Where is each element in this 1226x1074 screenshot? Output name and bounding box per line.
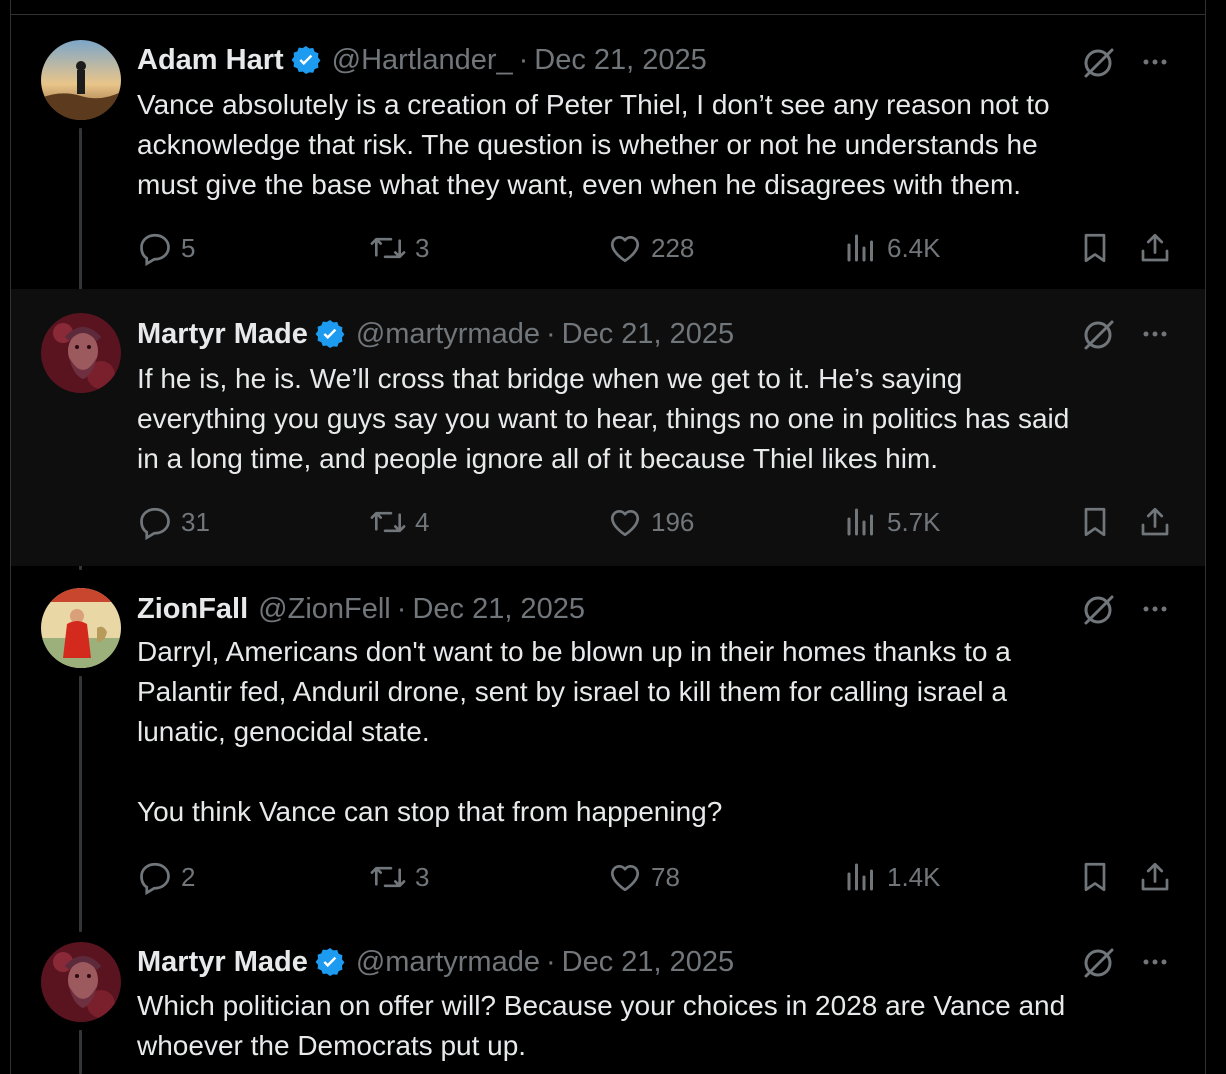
separator: ·	[545, 317, 556, 350]
bookmark-icon	[1084, 233, 1106, 263]
tweet-text: Darryl, Americans don't want to be blown…	[137, 636, 1011, 827]
tweet-header: Martyr Made @martyrmade · Dec 21, 2025	[137, 944, 734, 980]
tweet-header: ZionFall @ZionFell · Dec 21, 2025	[137, 591, 585, 627]
grok-icon[interactable]	[1081, 944, 1117, 980]
like-count: 228	[651, 232, 695, 263]
views-button[interactable]: 6.4K	[843, 228, 941, 268]
reply-count: 31	[181, 506, 210, 537]
avatar[interactable]	[41, 942, 121, 1022]
timestamp[interactable]: Dec 21, 2025	[562, 318, 735, 351]
grok-icon[interactable]	[1081, 591, 1117, 627]
statue-avatar	[41, 313, 121, 393]
views-icon	[847, 863, 873, 891]
retweet-count: 3	[415, 861, 430, 892]
reply-count: 2	[181, 861, 196, 892]
verified-badge-icon	[314, 946, 346, 978]
retweet-button[interactable]: 3	[369, 857, 429, 897]
retweet-button[interactable]: 3	[369, 228, 429, 268]
retweet-count: 4	[415, 506, 430, 537]
tweet[interactable]: Martyr Made @martyrmade · Dec 21, 2025 W…	[11, 928, 1205, 1074]
like-button[interactable]: 228	[607, 228, 694, 268]
bookmark-button[interactable]	[1077, 857, 1121, 897]
painting-avatar	[41, 588, 121, 668]
retweet-icon	[370, 237, 406, 259]
action-bar: 2 3 78 1.4K	[137, 857, 1187, 897]
tweet-header: Martyr Made @martyrmade · Dec 21, 2025	[137, 316, 734, 352]
more-icon[interactable]	[1137, 44, 1173, 80]
verified-badge-icon	[290, 44, 322, 76]
views-count: 6.4K	[887, 232, 941, 263]
display-name[interactable]: Martyr Made	[137, 946, 308, 979]
like-icon	[610, 864, 640, 892]
share-button[interactable]	[1137, 228, 1181, 268]
verified-badge-icon	[314, 318, 346, 350]
views-icon	[847, 508, 873, 536]
avatar[interactable]	[41, 40, 121, 120]
like-icon	[610, 509, 640, 537]
reply-button[interactable]: 5	[137, 228, 195, 268]
grok-icon[interactable]	[1081, 316, 1117, 352]
share-icon	[1141, 507, 1169, 536]
retweet-icon	[370, 511, 406, 533]
more-icon[interactable]	[1137, 944, 1173, 980]
tweet-text: Vance absolutely is a creation of Peter …	[137, 89, 1050, 200]
action-bar: 31 4 196 5.7K	[137, 502, 1187, 542]
reply-icon	[140, 507, 170, 540]
tweet[interactable]: Martyr Made @martyrmade · Dec 21, 2025 I…	[11, 289, 1205, 566]
share-button[interactable]	[1137, 502, 1181, 542]
statue-avatar	[41, 942, 121, 1022]
timestamp[interactable]: Dec 21, 2025	[562, 946, 735, 979]
top-divider	[10, 14, 1206, 15]
avatar[interactable]	[41, 313, 121, 393]
display-name[interactable]: ZionFall	[137, 593, 248, 626]
more-icon[interactable]	[1137, 591, 1173, 627]
separator: ·	[545, 945, 556, 978]
handle[interactable]: @martyrmade	[356, 318, 540, 351]
handle[interactable]: @martyrmade	[356, 946, 540, 979]
display-name[interactable]: Adam Hart	[137, 44, 284, 77]
reply-button[interactable]: 2	[137, 857, 195, 897]
like-icon	[610, 235, 640, 263]
retweet-count: 3	[415, 232, 430, 263]
like-button[interactable]: 78	[607, 857, 680, 897]
views-button[interactable]: 5.7K	[843, 502, 941, 542]
bookmark-icon	[1084, 507, 1106, 537]
reply-icon	[140, 862, 170, 895]
share-icon	[1141, 862, 1169, 891]
handle[interactable]: @Hartlander_	[332, 44, 513, 77]
share-icon	[1141, 233, 1169, 262]
bookmark-button[interactable]	[1077, 502, 1121, 542]
views-count: 1.4K	[887, 861, 941, 892]
bookmark-icon	[1084, 862, 1106, 892]
like-count: 78	[651, 861, 680, 892]
reply-count: 5	[181, 232, 196, 263]
grok-icon[interactable]	[1081, 44, 1117, 80]
views-count: 5.7K	[887, 506, 941, 537]
views-button[interactable]: 1.4K	[843, 857, 941, 897]
tweet[interactable]: ZionFall @ZionFell · Dec 21, 2025 Darryl…	[11, 566, 1205, 928]
separator: ·	[518, 43, 529, 76]
views-icon	[847, 234, 873, 262]
separator: ·	[396, 592, 407, 625]
tweet-header: Adam Hart @Hartlander_ · Dec 21, 2025	[137, 42, 707, 78]
handle[interactable]: @ZionFell	[258, 593, 391, 626]
share-button[interactable]	[1137, 857, 1181, 897]
action-bar: 5 3 228 6.4K	[137, 228, 1187, 268]
bookmark-button[interactable]	[1077, 228, 1121, 268]
landscape-avatar	[41, 40, 121, 120]
tweet[interactable]: Adam Hart @Hartlander_ · Dec 21, 2025 Va…	[11, 30, 1205, 289]
tweet-text: If he is, he is. We’ll cross that bridge…	[137, 363, 1070, 474]
reply-icon	[140, 233, 170, 266]
like-button[interactable]: 196	[607, 502, 694, 542]
tweet-text: Which politician on offer will? Because …	[137, 990, 1066, 1061]
like-count: 196	[651, 506, 695, 537]
retweet-button[interactable]: 4	[369, 502, 429, 542]
more-icon[interactable]	[1137, 316, 1173, 352]
avatar[interactable]	[41, 588, 121, 668]
display-name[interactable]: Martyr Made	[137, 318, 308, 351]
retweet-icon	[370, 866, 406, 888]
timestamp[interactable]: Dec 21, 2025	[412, 593, 585, 626]
reply-button[interactable]: 31	[137, 502, 210, 542]
timestamp[interactable]: Dec 21, 2025	[534, 44, 707, 77]
